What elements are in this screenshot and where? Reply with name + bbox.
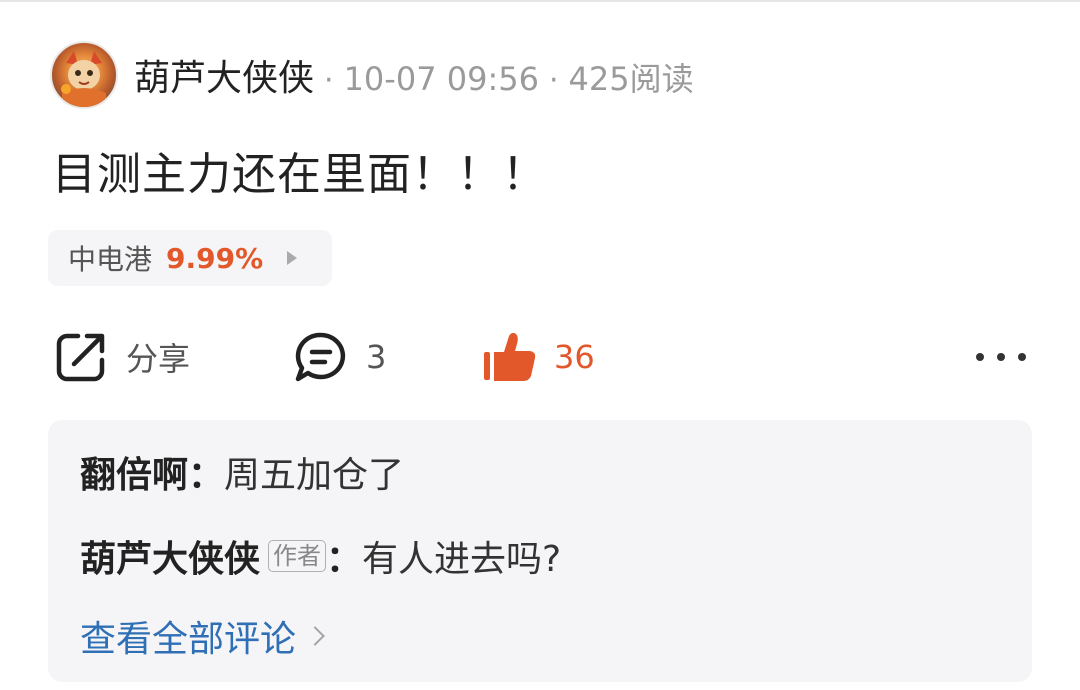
- meta-separator: ·: [324, 63, 334, 98]
- post-time: 10-07 09:56: [343, 60, 539, 98]
- comment-colon: ：: [188, 455, 225, 496]
- share-label: 分享: [126, 340, 191, 378]
- like-count: 36: [554, 338, 595, 376]
- comment-count: 3: [366, 338, 387, 376]
- meta-separator: ·: [548, 63, 559, 98]
- post-meta: 葫芦大侠侠 · 10-07 09:56 · 425阅读: [134, 49, 694, 101]
- post-header: 葫芦大侠侠 · 10-07 09:56 · 425阅读: [50, 40, 694, 110]
- comment-text: 有人进去吗?: [362, 539, 562, 580]
- share-icon: [56, 333, 105, 382]
- comment-text: 周五加仓了: [224, 455, 405, 496]
- stock-name: 中电港: [68, 243, 153, 276]
- avatar-image: [61, 51, 106, 107]
- share-button[interactable]: 分享: [54, 330, 190, 384]
- play-arrow-icon: [287, 251, 298, 265]
- comment-author[interactable]: 葫芦大侠侠: [80, 530, 260, 582]
- more-icon: [976, 353, 984, 361]
- top-divider: [0, 0, 1080, 2]
- comment-colon: ：: [326, 539, 363, 580]
- comment-button[interactable]: 3: [294, 330, 386, 384]
- comment-item[interactable]: 翻倍啊 ： 周五加仓了: [80, 446, 404, 498]
- like-button[interactable]: 36: [482, 330, 595, 384]
- chevron-right-icon: [305, 626, 325, 646]
- read-count: 425阅读: [568, 60, 694, 98]
- post-content[interactable]: 目测主力还在里面！！！: [52, 138, 547, 202]
- comment-author[interactable]: 翻倍啊: [80, 446, 188, 498]
- thumbs-up-icon: [484, 332, 536, 381]
- comments-preview: 翻倍啊 ： 周五加仓了 葫芦大侠侠 作者 ： 有人进去吗? 查看全部评论: [48, 420, 1032, 682]
- author-badge: 作者: [268, 540, 327, 572]
- more-button[interactable]: [976, 340, 1026, 374]
- comment-icon: [295, 332, 346, 382]
- avatar[interactable]: [50, 41, 118, 109]
- stock-change: 9.99%: [166, 241, 264, 275]
- view-all-label: 查看全部评论: [80, 619, 297, 660]
- stock-tag[interactable]: 中电港 9.99%: [48, 230, 332, 286]
- author-name[interactable]: 葫芦大侠侠: [134, 49, 314, 101]
- more-icon-dot: [997, 353, 1005, 361]
- view-all-comments-link[interactable]: 查看全部评论: [80, 610, 325, 662]
- comment-item[interactable]: 葫芦大侠侠 作者 ： 有人进去吗?: [80, 530, 561, 582]
- more-icon-dot: [1018, 353, 1026, 361]
